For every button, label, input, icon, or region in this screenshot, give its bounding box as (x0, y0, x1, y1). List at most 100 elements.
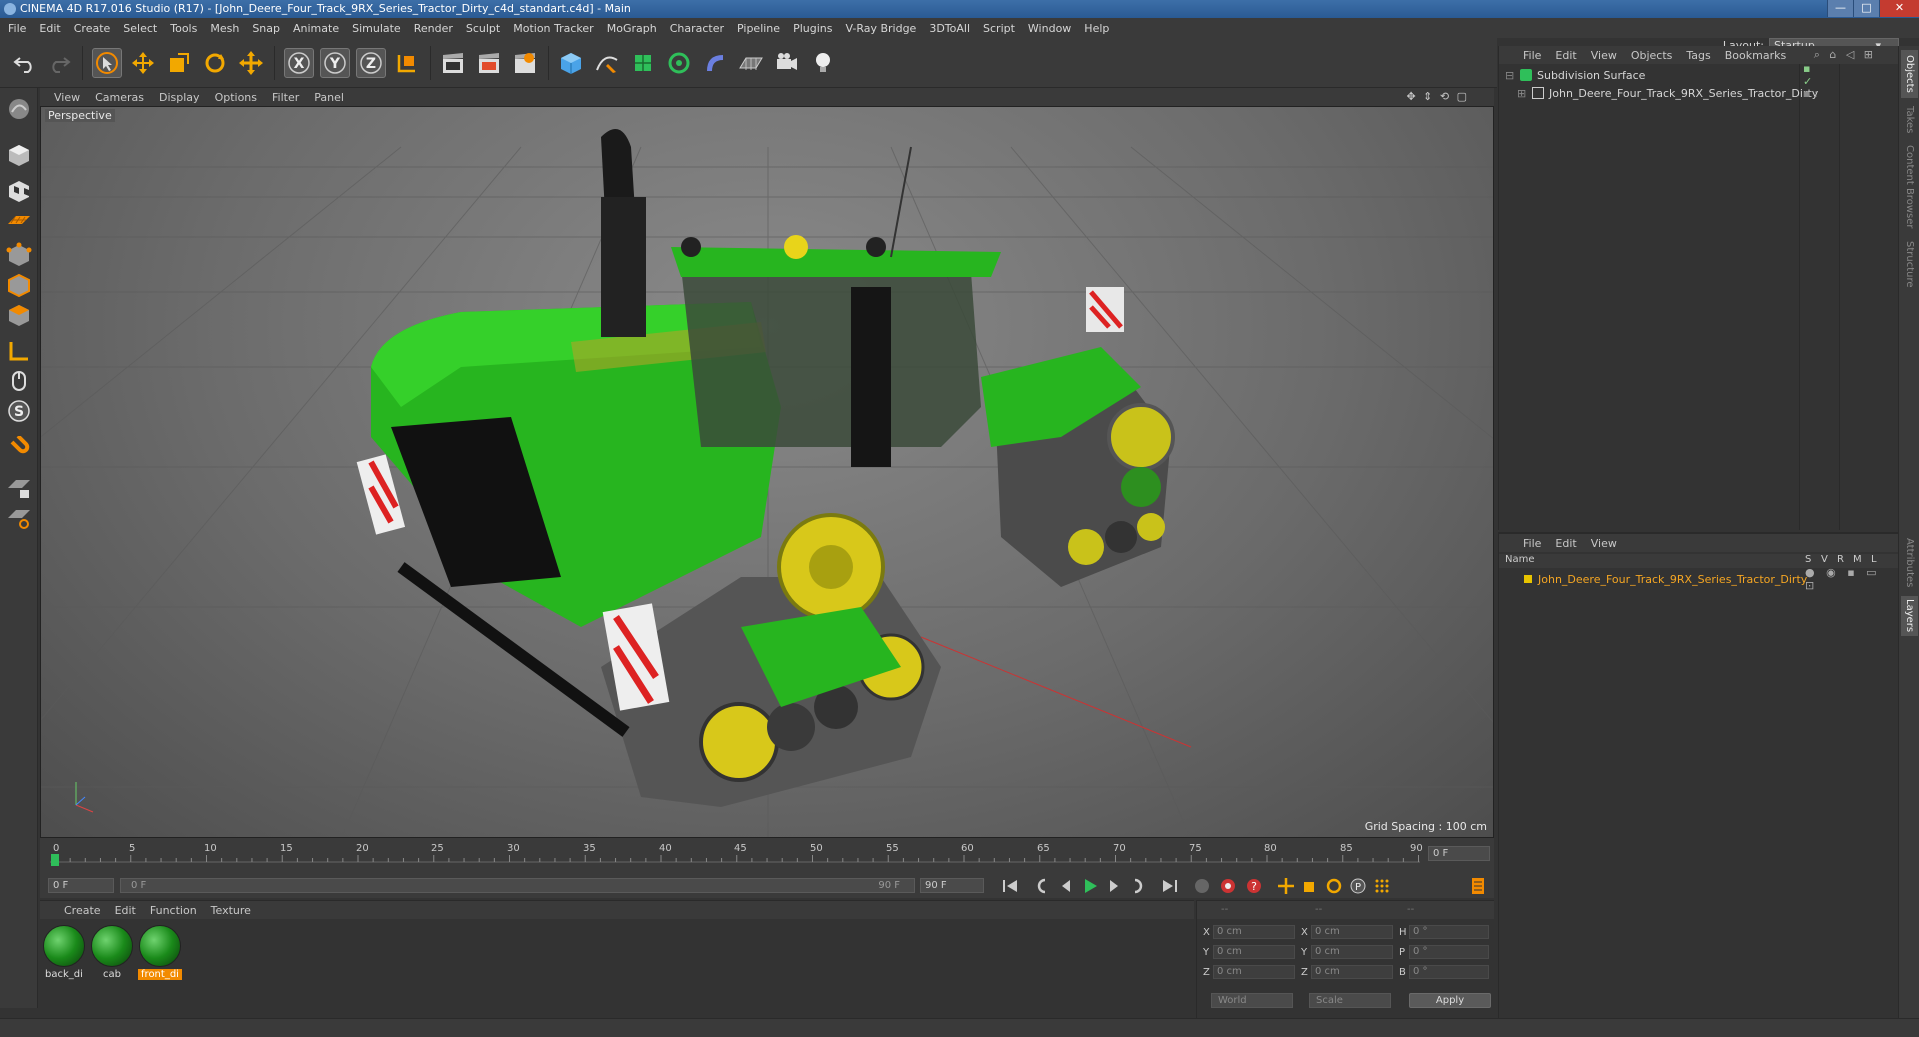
points-mode-button[interactable] (4, 240, 34, 270)
menu-mesh[interactable]: Mesh (210, 22, 239, 35)
collapse-icon[interactable]: ⊟ (1505, 69, 1515, 82)
material-swatch[interactable]: front_di (138, 925, 182, 985)
tab-structure[interactable]: Structure (1901, 236, 1918, 292)
polygons-mode-button[interactable] (4, 300, 34, 330)
axis-mode-button[interactable] (4, 336, 34, 366)
end-frame-field[interactable]: 90 F (920, 878, 984, 893)
size-mode-dropdown[interactable]: Scale (1309, 993, 1391, 1008)
tweak-mode-button[interactable] (4, 366, 34, 396)
menu-plugins[interactable]: Plugins (793, 22, 832, 35)
menu-3dtoall[interactable]: 3DToAll (929, 22, 970, 35)
model-mode-button[interactable] (4, 140, 34, 170)
size-y-field[interactable]: 0 cm (1311, 945, 1393, 959)
object-menu-bookmarks[interactable]: Bookmarks (1725, 49, 1786, 62)
menu-select[interactable]: Select (123, 22, 157, 35)
coordinate-system-button[interactable] (392, 48, 422, 78)
position-z-field[interactable]: 0 cm (1213, 965, 1295, 979)
deformer-button[interactable] (700, 48, 730, 78)
size-z-field[interactable]: 0 cm (1311, 965, 1393, 979)
search-icon[interactable]: ⌕ ⌂ ◁ ⊞ (1814, 48, 1876, 62)
render-picture-viewer-button[interactable] (474, 48, 504, 78)
workplane-mode-button[interactable] (4, 206, 34, 236)
rotate-button[interactable] (200, 48, 230, 78)
cube-primitive-button[interactable] (556, 48, 586, 78)
layer-item[interactable]: John_Deere_Four_Track_9RX_Series_Tractor… (1499, 566, 1898, 592)
edges-mode-button[interactable] (4, 270, 34, 300)
menu-mograph[interactable]: MoGraph (607, 22, 657, 35)
viewport-menu-cameras[interactable]: Cameras (95, 91, 144, 104)
menu-create[interactable]: Create (74, 22, 111, 35)
record-position-button[interactable] (1274, 875, 1298, 897)
menu-file[interactable]: File (8, 22, 26, 35)
next-key-button[interactable] (1126, 875, 1150, 897)
size-x-field[interactable]: 0 cm (1311, 925, 1393, 939)
live-selection-button[interactable] (92, 48, 122, 78)
tab-attributes[interactable]: Attributes (1901, 534, 1918, 592)
material-menu-edit[interactable]: Edit (115, 904, 136, 917)
subdivision-surface-button[interactable] (628, 48, 658, 78)
menu-pipeline[interactable]: Pipeline (737, 22, 780, 35)
object-menu-objects[interactable]: Objects (1631, 49, 1673, 62)
viewport-menu-view[interactable]: View (54, 91, 80, 104)
go-to-end-button[interactable] (1158, 875, 1182, 897)
material-swatch[interactable]: back_di (42, 925, 86, 985)
next-frame-button[interactable] (1102, 875, 1126, 897)
menu-edit[interactable]: Edit (39, 22, 60, 35)
close-button[interactable]: ✕ (1879, 0, 1919, 17)
light-button[interactable] (808, 48, 838, 78)
render-view-button[interactable] (438, 48, 468, 78)
object-menu-edit[interactable]: Edit (1555, 49, 1576, 62)
camera-button[interactable] (772, 48, 802, 78)
go-to-start-button[interactable] (998, 875, 1022, 897)
visibility-dots-icon[interactable]: ▪ : (1803, 87, 1818, 100)
material-swatch[interactable]: cab (90, 925, 134, 985)
maximize-button[interactable]: □ (1853, 0, 1879, 17)
menu-simulate[interactable]: Simulate (352, 22, 401, 35)
tab-objects[interactable]: Objects (1901, 50, 1918, 98)
spline-pen-button[interactable] (592, 48, 622, 78)
record-scale-button[interactable] (1298, 875, 1322, 897)
lock-workplane-button[interactable] (4, 472, 34, 502)
object-item-tractor[interactable]: ⊞ John_Deere_Four_Track_9RX_Series_Tract… (1517, 84, 1818, 102)
object-menu-tags[interactable]: Tags (1686, 49, 1710, 62)
recent-tool-button[interactable] (236, 48, 266, 78)
menu-help[interactable]: Help (1084, 22, 1109, 35)
material-menu-texture[interactable]: Texture (211, 904, 251, 917)
make-editable-button[interactable] (4, 94, 34, 124)
start-frame-field[interactable]: 0 F (48, 878, 114, 893)
tab-layers[interactable]: Layers (1901, 596, 1918, 636)
timeline-window-button[interactable] (1466, 875, 1490, 897)
snapping-button[interactable]: S (4, 396, 34, 426)
record-parameter-button[interactable]: P (1346, 875, 1370, 897)
tab-takes[interactable]: Takes (1901, 102, 1918, 138)
undo-button[interactable] (10, 48, 40, 78)
z-axis-lock-button[interactable]: Z (356, 48, 386, 78)
object-menu-file[interactable]: File (1523, 49, 1541, 62)
camera-label[interactable]: Perspective (45, 109, 115, 122)
layer-toggle-icons[interactable]: ● ◉ ▪ ▭ ⊡ (1805, 566, 1898, 592)
play-button[interactable] (1078, 875, 1102, 897)
rotation-p-field[interactable]: 0 ° (1409, 945, 1489, 959)
record-rotation-button[interactable] (1322, 875, 1346, 897)
apply-button[interactable]: Apply (1409, 993, 1491, 1008)
previous-frame-button[interactable] (1054, 875, 1078, 897)
expand-icon[interactable]: ⊞ (1517, 87, 1527, 100)
material-menu-create[interactable]: Create (64, 904, 101, 917)
viewport-menu-options[interactable]: Options (215, 91, 257, 104)
viewport-menu-panel[interactable]: Panel (314, 91, 344, 104)
scale-button[interactable] (164, 48, 194, 78)
tab-content-browser[interactable]: Content Browser (1901, 142, 1918, 232)
perspective-viewport[interactable]: Perspective Grid Spacing : 100 cm (40, 106, 1494, 838)
position-y-field[interactable]: 0 cm (1213, 945, 1295, 959)
y-axis-lock-button[interactable]: Y (320, 48, 350, 78)
layer-menu-edit[interactable]: Edit (1555, 537, 1576, 550)
menu-sculpt[interactable]: Sculpt (466, 22, 500, 35)
material-menu-function[interactable]: Function (150, 904, 197, 917)
move-button[interactable] (128, 48, 158, 78)
object-item-subdivision-surface[interactable]: ⊟ Subdivision Surface ▪ ✓ (1505, 62, 1812, 88)
menu-vray-bridge[interactable]: V-Ray Bridge (845, 22, 916, 35)
timeline-ruler[interactable]: 0 5 10 15 20 25 30 35 40 45 50 55 60 65 … (50, 840, 1423, 866)
rotation-h-field[interactable]: 0 ° (1409, 925, 1489, 939)
redo-button[interactable] (44, 48, 74, 78)
keyframe-selection-button[interactable]: ? (1242, 875, 1266, 897)
